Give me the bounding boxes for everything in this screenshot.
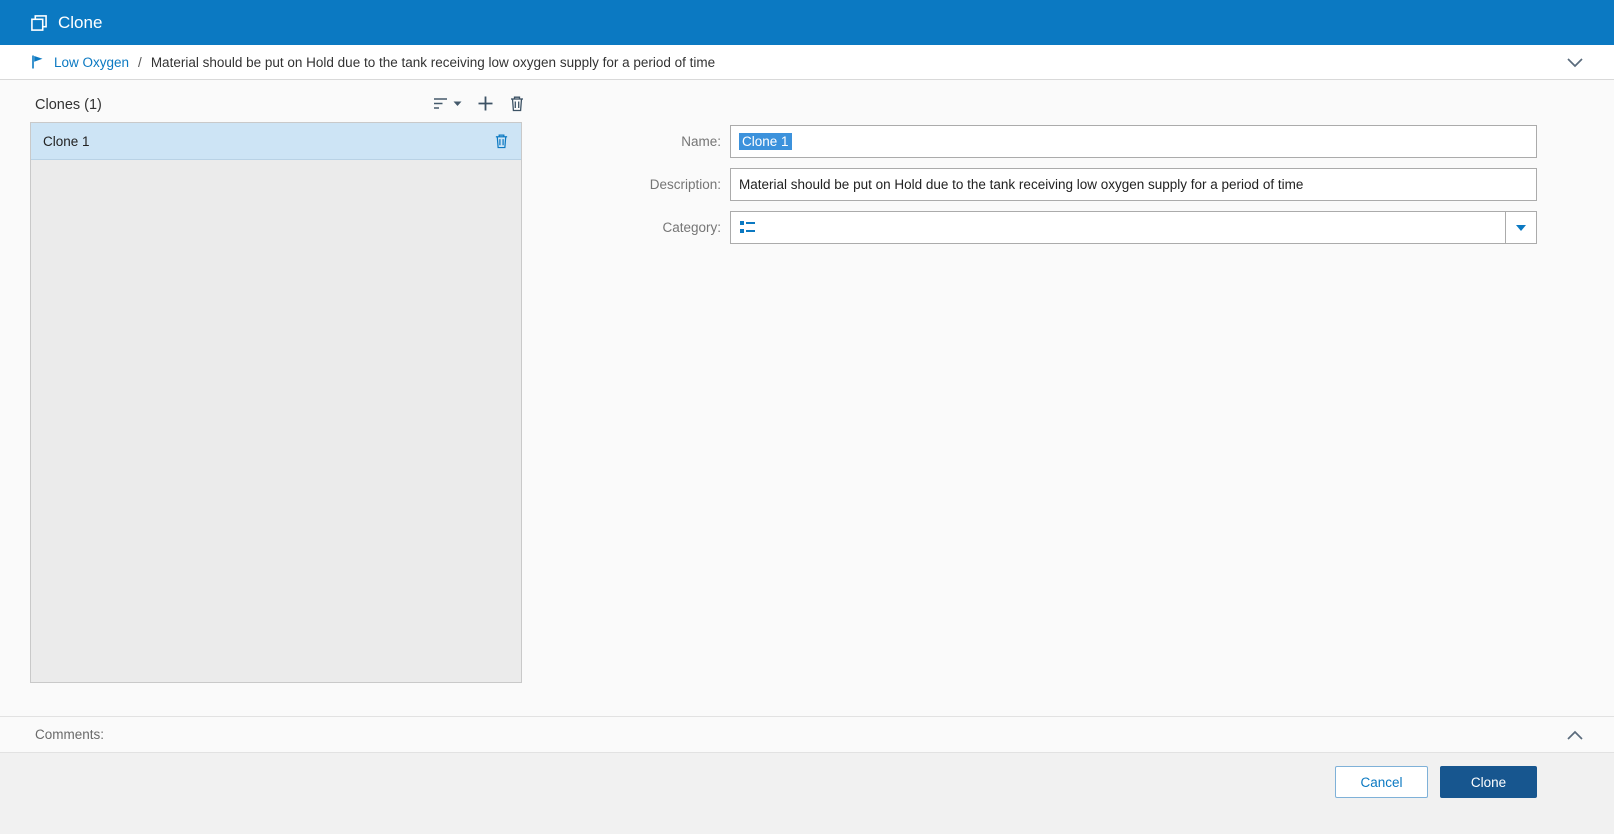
list-item[interactable]: Clone 1 — [31, 123, 521, 160]
delete-icon[interactable] — [509, 95, 525, 112]
filter-icon[interactable] — [432, 96, 462, 111]
name-row: Name: Clone 1 — [528, 125, 1537, 158]
category-dropdown-button[interactable] — [1505, 212, 1536, 243]
breadcrumb-separator: / — [138, 54, 142, 70]
clone-list-toolbar — [432, 95, 525, 112]
comments-section: Comments: — [0, 716, 1614, 753]
add-icon[interactable] — [477, 95, 494, 112]
dialog-footer: Cancel Clone — [0, 753, 1614, 834]
name-field-selected-text: Clone 1 — [739, 133, 792, 150]
clone-icon — [30, 14, 48, 32]
chevron-down-icon[interactable] — [1566, 56, 1584, 68]
clone-list: Clone 1 — [30, 122, 522, 683]
clone-dialog: Clone Low Oxygen / Material should be pu… — [0, 0, 1614, 834]
filter-caret-icon — [453, 101, 462, 106]
breadcrumb-current: Material should be put on Hold due to th… — [150, 54, 716, 70]
main-content: Clones (1) Clone 1 Name: Clone 1 Descrip… — [0, 80, 1614, 716]
name-field[interactable]: Clone 1 — [730, 125, 1537, 158]
delete-clone-icon[interactable] — [494, 133, 509, 149]
flag-icon — [30, 54, 46, 70]
dialog-title: Clone — [58, 12, 103, 32]
description-row: Description: Material should be put on H… — [528, 168, 1537, 201]
description-field-text: Material should be put on Hold due to th… — [739, 177, 1304, 192]
description-field[interactable]: Material should be put on Hold due to th… — [730, 168, 1537, 201]
category-field[interactable] — [730, 211, 1537, 244]
clones-panel-title: Clones (1) — [35, 97, 102, 113]
breadcrumb: Low Oxygen / Material should be put on H… — [0, 45, 1614, 80]
breadcrumb-parent-link[interactable]: Low Oxygen — [54, 55, 129, 70]
clone-button[interactable]: Clone — [1440, 766, 1537, 798]
category-label: Category: — [662, 220, 721, 235]
category-list-icon — [739, 220, 756, 235]
caret-down-icon — [1516, 224, 1526, 231]
name-label: Name: — [681, 134, 721, 149]
cancel-button[interactable]: Cancel — [1335, 766, 1428, 798]
clone-item-label: Clone 1 — [43, 133, 90, 149]
dialog-header: Clone — [0, 0, 1614, 45]
category-row: Category: — [528, 211, 1537, 244]
comments-label: Comments: — [35, 727, 105, 742]
chevron-up-icon[interactable] — [1566, 729, 1584, 741]
description-label: Description: — [649, 177, 721, 192]
